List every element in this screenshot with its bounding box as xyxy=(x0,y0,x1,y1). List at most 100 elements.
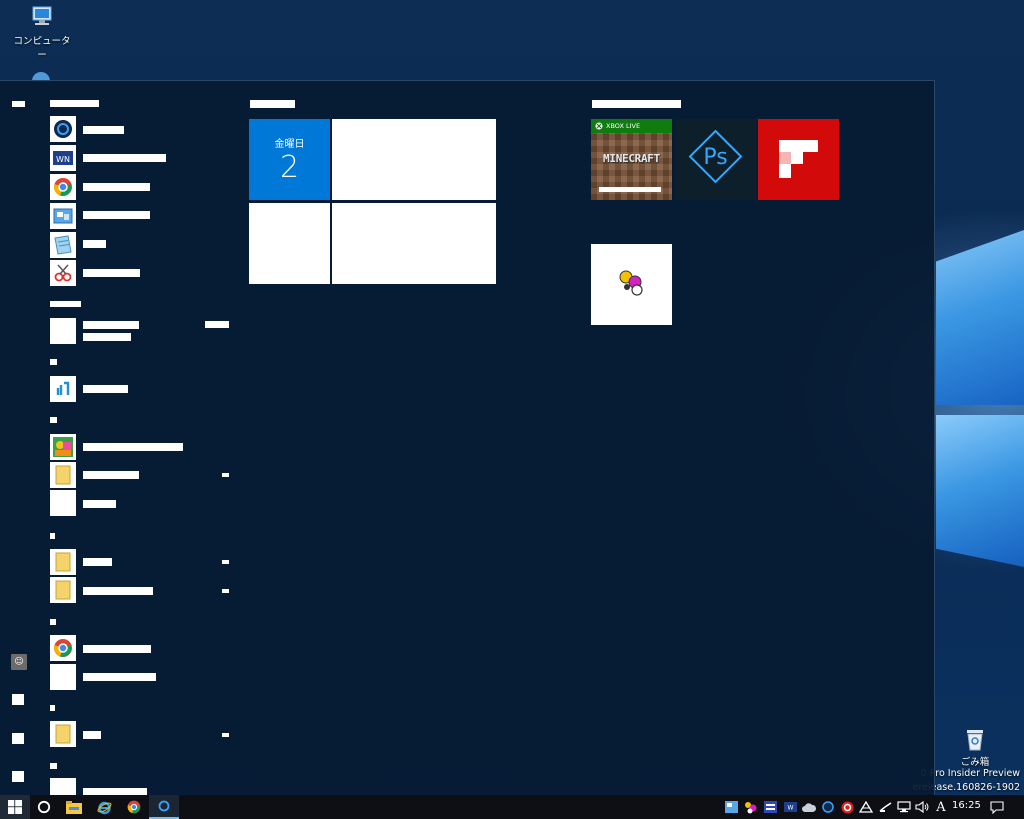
tile-group-title[interactable] xyxy=(250,100,295,108)
user-account-icon[interactable]: ☺ xyxy=(11,654,27,670)
file-explorer-button[interactable] xyxy=(59,795,89,819)
hamburger-menu-icon[interactable] xyxy=(12,101,25,107)
list-item-label xyxy=(83,385,128,393)
cortana-app-icon xyxy=(158,800,170,812)
desktop-icon-recycle-bin[interactable]: ごみ箱 xyxy=(943,727,1007,768)
ime-indicator[interactable]: A xyxy=(934,800,948,815)
app-icon xyxy=(50,778,76,795)
app-icon xyxy=(50,434,76,460)
flipboard-tile[interactable] xyxy=(758,119,839,200)
section-letter[interactable] xyxy=(50,763,57,769)
list-item-label xyxy=(83,269,140,277)
list-item-label xyxy=(83,587,153,595)
edge-button[interactable] xyxy=(89,795,119,819)
taskbar: W A 16:25 xyxy=(0,795,1024,819)
photoshop-express-tile[interactable]: Ps xyxy=(675,119,756,200)
start-left-rail: ☺ xyxy=(0,81,40,795)
notepad-icon xyxy=(50,232,76,258)
list-item-label xyxy=(83,788,147,795)
action-center-icon[interactable] xyxy=(990,800,1004,814)
svg-text:W: W xyxy=(787,805,793,812)
folder-icon xyxy=(50,462,76,488)
app-icon xyxy=(50,376,76,402)
svg-text:WN: WN xyxy=(56,155,70,164)
list-item-label xyxy=(83,211,150,219)
minecraft-tile[interactable]: XBOX LIVE MINECRAFT xyxy=(591,119,672,200)
switch-tray-icon[interactable] xyxy=(763,800,777,814)
new-badge xyxy=(205,321,229,328)
folder-icon xyxy=(50,721,76,747)
security-tray-icon[interactable] xyxy=(840,800,854,814)
recycle-bin-icon xyxy=(967,730,983,751)
network-icon[interactable] xyxy=(897,800,911,814)
section-letter[interactable] xyxy=(50,619,56,625)
power-icon[interactable] xyxy=(12,771,24,782)
chrome-icon xyxy=(50,174,76,200)
desktop-icon-label: コンピューター xyxy=(13,36,71,61)
pen-tray-icon[interactable] xyxy=(878,800,892,814)
news-app-icon: WN xyxy=(50,145,76,171)
snipping-tool-icon xyxy=(50,260,76,286)
taskbar-clock[interactable]: 16:25 xyxy=(952,800,981,811)
computer-icon xyxy=(32,6,52,25)
start-button[interactable] xyxy=(0,795,30,819)
onedrive-icon[interactable] xyxy=(802,800,816,814)
build-watermark-line1: 0 Pro Insider Preview xyxy=(920,768,1020,779)
characters-tray-icon[interactable] xyxy=(743,800,757,814)
chrome-button[interactable] xyxy=(119,795,149,819)
most-used-heading xyxy=(50,100,99,107)
wide-tile[interactable] xyxy=(332,119,496,200)
wide-tile[interactable] xyxy=(332,203,496,284)
app-list: WN xyxy=(40,81,240,795)
folder-icon xyxy=(50,549,76,575)
calendar-tile[interactable]: 金曜日 2 xyxy=(249,119,330,200)
list-item-label xyxy=(83,471,139,479)
xbox-live-banner: XBOX LIVE xyxy=(591,119,672,133)
cortana-app-icon xyxy=(50,116,76,142)
wallpaper-pane xyxy=(936,230,1024,405)
minecraft-logo: MINECRAFT xyxy=(603,152,660,165)
xbox-live-label: XBOX LIVE xyxy=(606,122,641,130)
list-item-label xyxy=(83,500,116,508)
list-item-label xyxy=(83,154,166,162)
list-item-label xyxy=(83,673,156,681)
list-item-label xyxy=(83,731,101,739)
calendar-day: 2 xyxy=(279,150,300,185)
control-panel-tray-icon[interactable] xyxy=(724,800,738,814)
list-item-label xyxy=(83,558,112,566)
chevron-down-icon[interactable] xyxy=(222,733,229,737)
tile-group-title[interactable] xyxy=(592,100,681,108)
settings-icon[interactable] xyxy=(12,733,24,744)
cortana-app-button[interactable] xyxy=(149,795,179,819)
desktop-icon-computer[interactable]: コンピューター xyxy=(10,4,74,61)
section-header-recent xyxy=(50,301,81,307)
volume-icon[interactable] xyxy=(915,800,929,814)
news-tray-icon[interactable]: W xyxy=(783,800,797,814)
cortana-search-button[interactable] xyxy=(29,795,59,819)
cortana-tray-icon[interactable] xyxy=(821,800,835,814)
chevron-down-icon[interactable] xyxy=(222,589,229,593)
folder-icon xyxy=(50,577,76,603)
chevron-down-icon[interactable] xyxy=(222,473,229,477)
desktop-icon-label: ごみ箱 xyxy=(960,757,990,768)
chevron-down-icon[interactable] xyxy=(222,560,229,564)
list-item-label xyxy=(83,333,131,341)
chrome-icon xyxy=(127,800,141,814)
windows-logo-icon xyxy=(8,800,22,814)
photoshop-icon: Ps xyxy=(688,129,743,184)
list-item-label xyxy=(83,443,183,451)
characters-icon xyxy=(619,270,643,296)
section-letter[interactable] xyxy=(50,533,55,539)
section-letter[interactable] xyxy=(50,705,55,711)
section-letter[interactable] xyxy=(50,359,57,365)
app-tray-icon[interactable] xyxy=(859,800,873,814)
photoshop-ps-text: Ps xyxy=(703,145,727,170)
flipboard-icon xyxy=(779,140,818,178)
list-item-label xyxy=(83,240,106,248)
medium-tile[interactable] xyxy=(249,203,330,284)
section-letter[interactable] xyxy=(50,417,57,423)
list-item-label xyxy=(83,183,150,191)
list-item-label xyxy=(83,645,151,653)
file-explorer-icon[interactable] xyxy=(12,694,24,705)
app-tile[interactable] xyxy=(591,244,672,325)
